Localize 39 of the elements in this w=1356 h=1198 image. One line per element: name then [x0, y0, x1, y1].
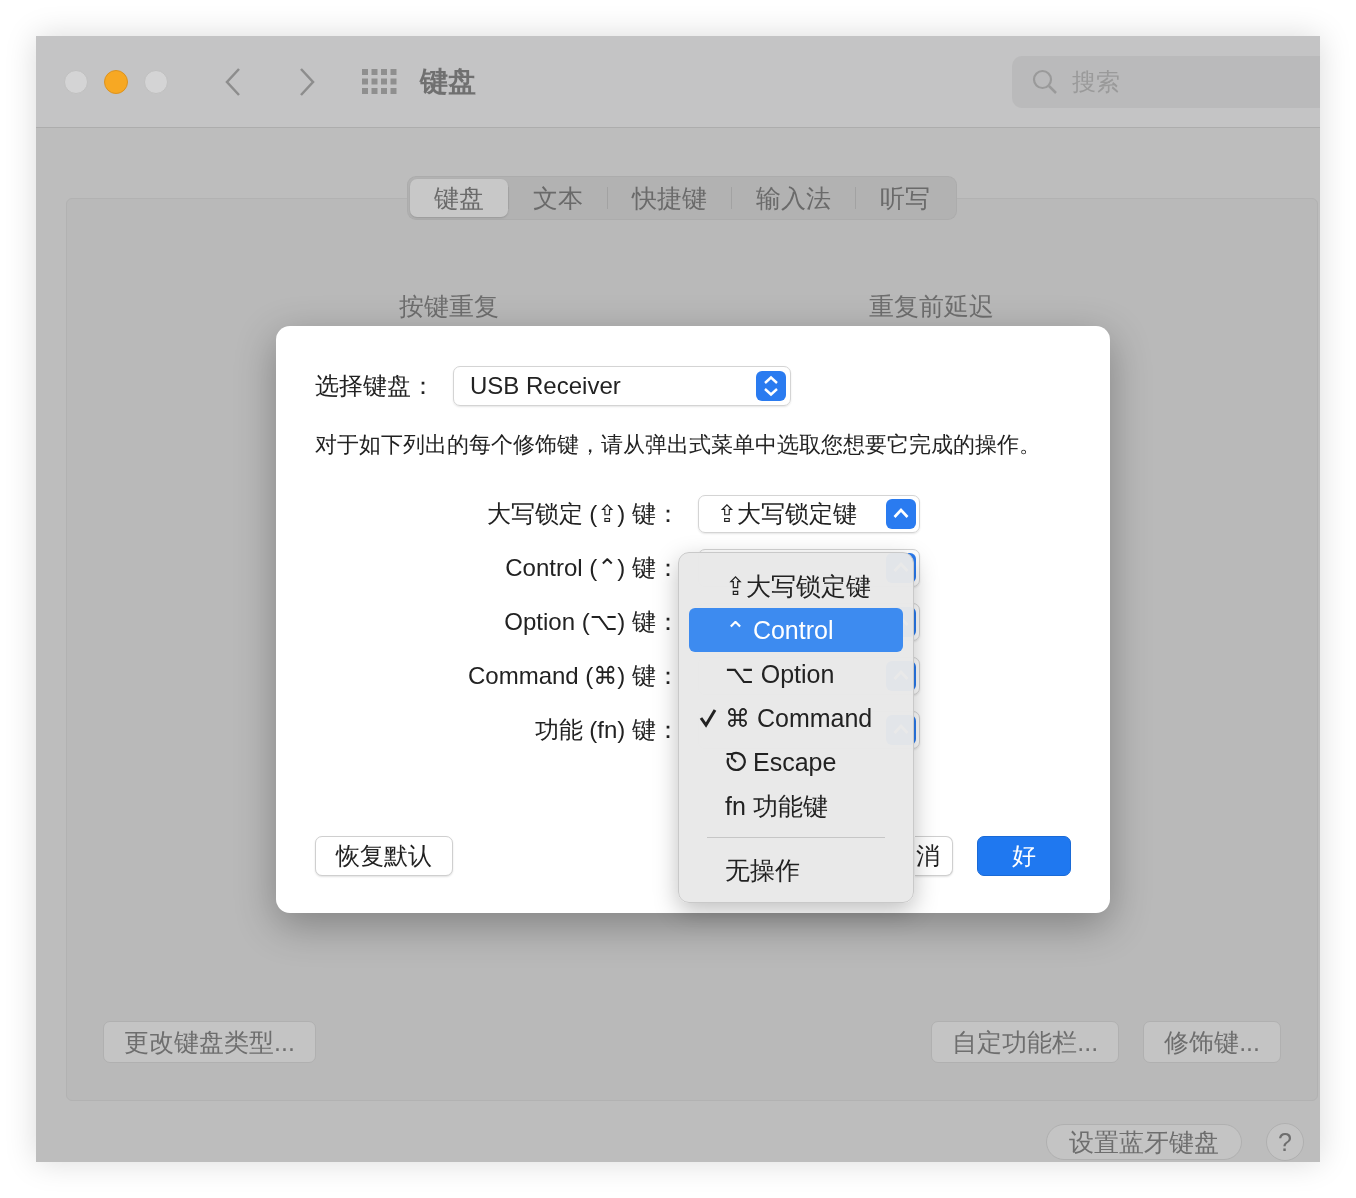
menu-item[interactable]: ⌥ Option: [689, 652, 903, 696]
section-label: 按键重复: [398, 290, 500, 322]
back-icon[interactable]: [224, 66, 242, 97]
cancel-button[interactable]: 消: [915, 836, 953, 876]
menu-item[interactable]: Escape: [689, 740, 903, 784]
modifier-label: Option (⌥) 键：: [503, 607, 680, 637]
forward-icon[interactable]: [298, 66, 316, 97]
menu-item[interactable]: 无操作: [689, 848, 903, 892]
menu-item[interactable]: fn 功能键: [689, 784, 903, 828]
restore-defaults-button[interactable]: 恢复默认: [315, 836, 453, 876]
grid-icon[interactable]: [362, 68, 398, 95]
tab[interactable]: 快捷键: [608, 178, 731, 217]
panel-button[interactable]: 自定功能栏...: [931, 1021, 1120, 1063]
ok-button[interactable]: 好: [977, 836, 1071, 876]
modifier-popup[interactable]: ⇪大写锁定键: [698, 495, 920, 533]
modifier-label: Command (⌘) 键：: [466, 661, 680, 691]
keyboard-label: 选择键盘：: [315, 371, 435, 401]
keyboard-popup[interactable]: USB Receiver: [453, 366, 791, 406]
help-button[interactable]: ?: [1266, 1123, 1304, 1161]
escape-icon: [725, 751, 747, 773]
tab[interactable]: 听写: [856, 178, 954, 217]
modifier-label: Control (⌃) 键：: [504, 553, 680, 583]
menu-item[interactable]: ⌃ Control: [689, 608, 903, 652]
modifier-label: 功能 (fn) 键：: [533, 715, 680, 745]
instructions-text: 对于如下列出的每个修饰键，请从弹出式菜单中选取您想要它完成的操作。: [315, 431, 1042, 459]
tab[interactable]: 输入法: [732, 178, 855, 217]
tab[interactable]: 文本: [509, 178, 607, 217]
bluetooth-setup-button[interactable]: 设置蓝牙键盘: [1046, 1124, 1242, 1160]
search-icon: [1032, 68, 1058, 95]
menu-item[interactable]: ⌘ Command: [689, 696, 903, 740]
section-label: 重复前延迟: [867, 290, 995, 322]
tab[interactable]: 键盘: [410, 178, 508, 217]
menu-item[interactable]: ⇪大写锁定键: [689, 564, 903, 608]
panel-button[interactable]: 更改键盘类型...: [103, 1021, 316, 1063]
stepper-icon: [756, 371, 786, 401]
minimize-button[interactable]: [104, 69, 128, 94]
modifier-label: 大写锁定 (⇪) 键：: [485, 499, 680, 529]
window-title: 键盘: [420, 64, 476, 99]
panel-button[interactable]: 修饰键...: [1143, 1021, 1281, 1063]
